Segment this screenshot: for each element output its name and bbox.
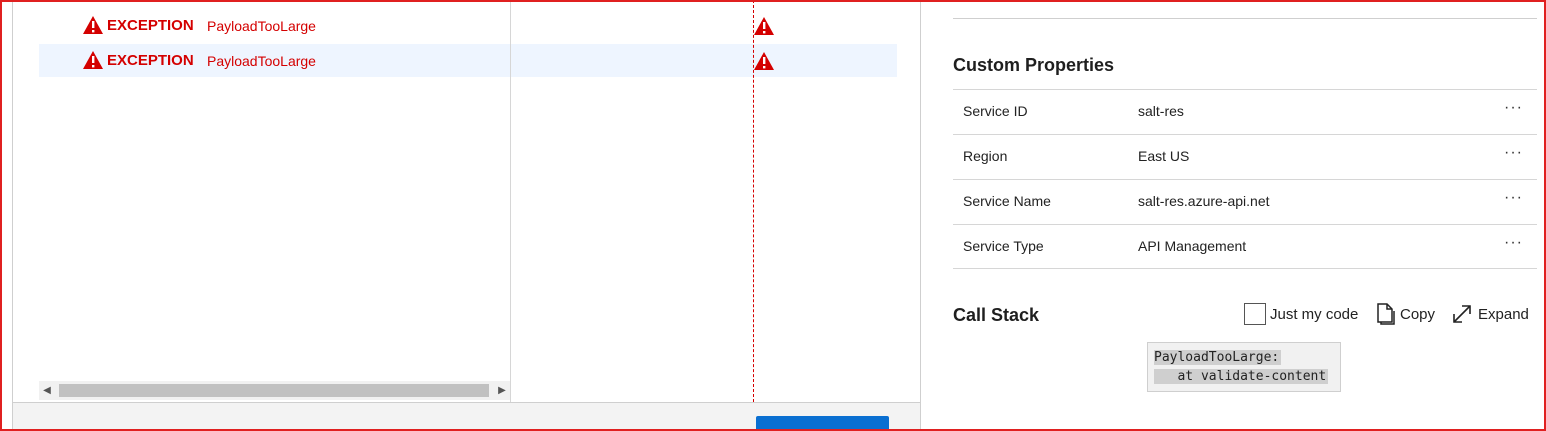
warning-icon [83,51,103,69]
custom-properties-table: Service ID salt-res ··· Region East US ·… [953,89,1537,269]
property-key: Service ID [963,103,1028,119]
scrollbar-thumb[interactable] [59,384,489,397]
scroll-right-icon[interactable]: ▶ [494,381,510,400]
call-stack-title: Call Stack [953,305,1040,325]
exception-timeline-panel: EXCEPTION PayloadTooLarge EXCEPTION Payl… [12,0,921,431]
property-value: API Management [1138,238,1247,254]
exception-type-label: EXCEPTION [107,17,194,34]
property-key: Region [963,148,1008,164]
call-stack-code[interactable]: PayloadTooLarge: at validate-content [1147,342,1341,392]
column-divider[interactable] [510,0,511,402]
property-row: Service ID salt-res ··· [953,89,1537,134]
custom-properties-title: Custom Properties [953,55,1115,75]
divider [953,18,1537,19]
property-row: Service Type API Management ··· [953,224,1537,269]
warning-icon [83,16,103,34]
primary-button-partial[interactable] [756,416,889,431]
scroll-left-icon[interactable]: ◀ [39,381,55,400]
property-key: Service Name [963,193,1051,209]
just-my-code-checkbox[interactable] [1244,303,1266,325]
property-row: Service Name salt-res.azure-api.net ··· [953,179,1537,224]
property-key: Service Type [963,238,1044,254]
details-panel: Custom Properties Service ID salt-res ··… [921,0,1546,431]
bottom-toolbar [13,402,920,431]
property-value: salt-res.azure-api.net [1138,193,1270,209]
more-options-icon[interactable]: ··· [1504,99,1523,117]
call-stack-line: at validate-content [1154,369,1329,384]
horizontal-scrollbar[interactable]: ◀ ▶ [39,381,510,400]
timeline-warning-icon[interactable] [753,16,775,36]
timeline-warning-icon[interactable] [753,51,775,71]
property-row: Region East US ··· [953,134,1537,179]
exception-name-label: PayloadTooLarge [207,53,316,69]
property-value: salt-res [1138,103,1184,119]
just-my-code-label[interactable]: Just my code [1270,306,1358,323]
call-stack-line: PayloadTooLarge: [1154,350,1282,365]
more-options-icon[interactable]: ··· [1504,144,1523,162]
property-value: East US [1138,148,1190,164]
copy-button[interactable]: Copy [1400,306,1435,323]
exception-name-label: PayloadTooLarge [207,18,316,34]
copy-icon[interactable] [1376,302,1396,326]
expand-button[interactable]: Expand [1478,306,1529,323]
exception-type-label: EXCEPTION [107,52,194,69]
more-options-icon[interactable]: ··· [1504,234,1523,252]
expand-icon[interactable] [1450,302,1474,326]
more-options-icon[interactable]: ··· [1504,189,1523,207]
